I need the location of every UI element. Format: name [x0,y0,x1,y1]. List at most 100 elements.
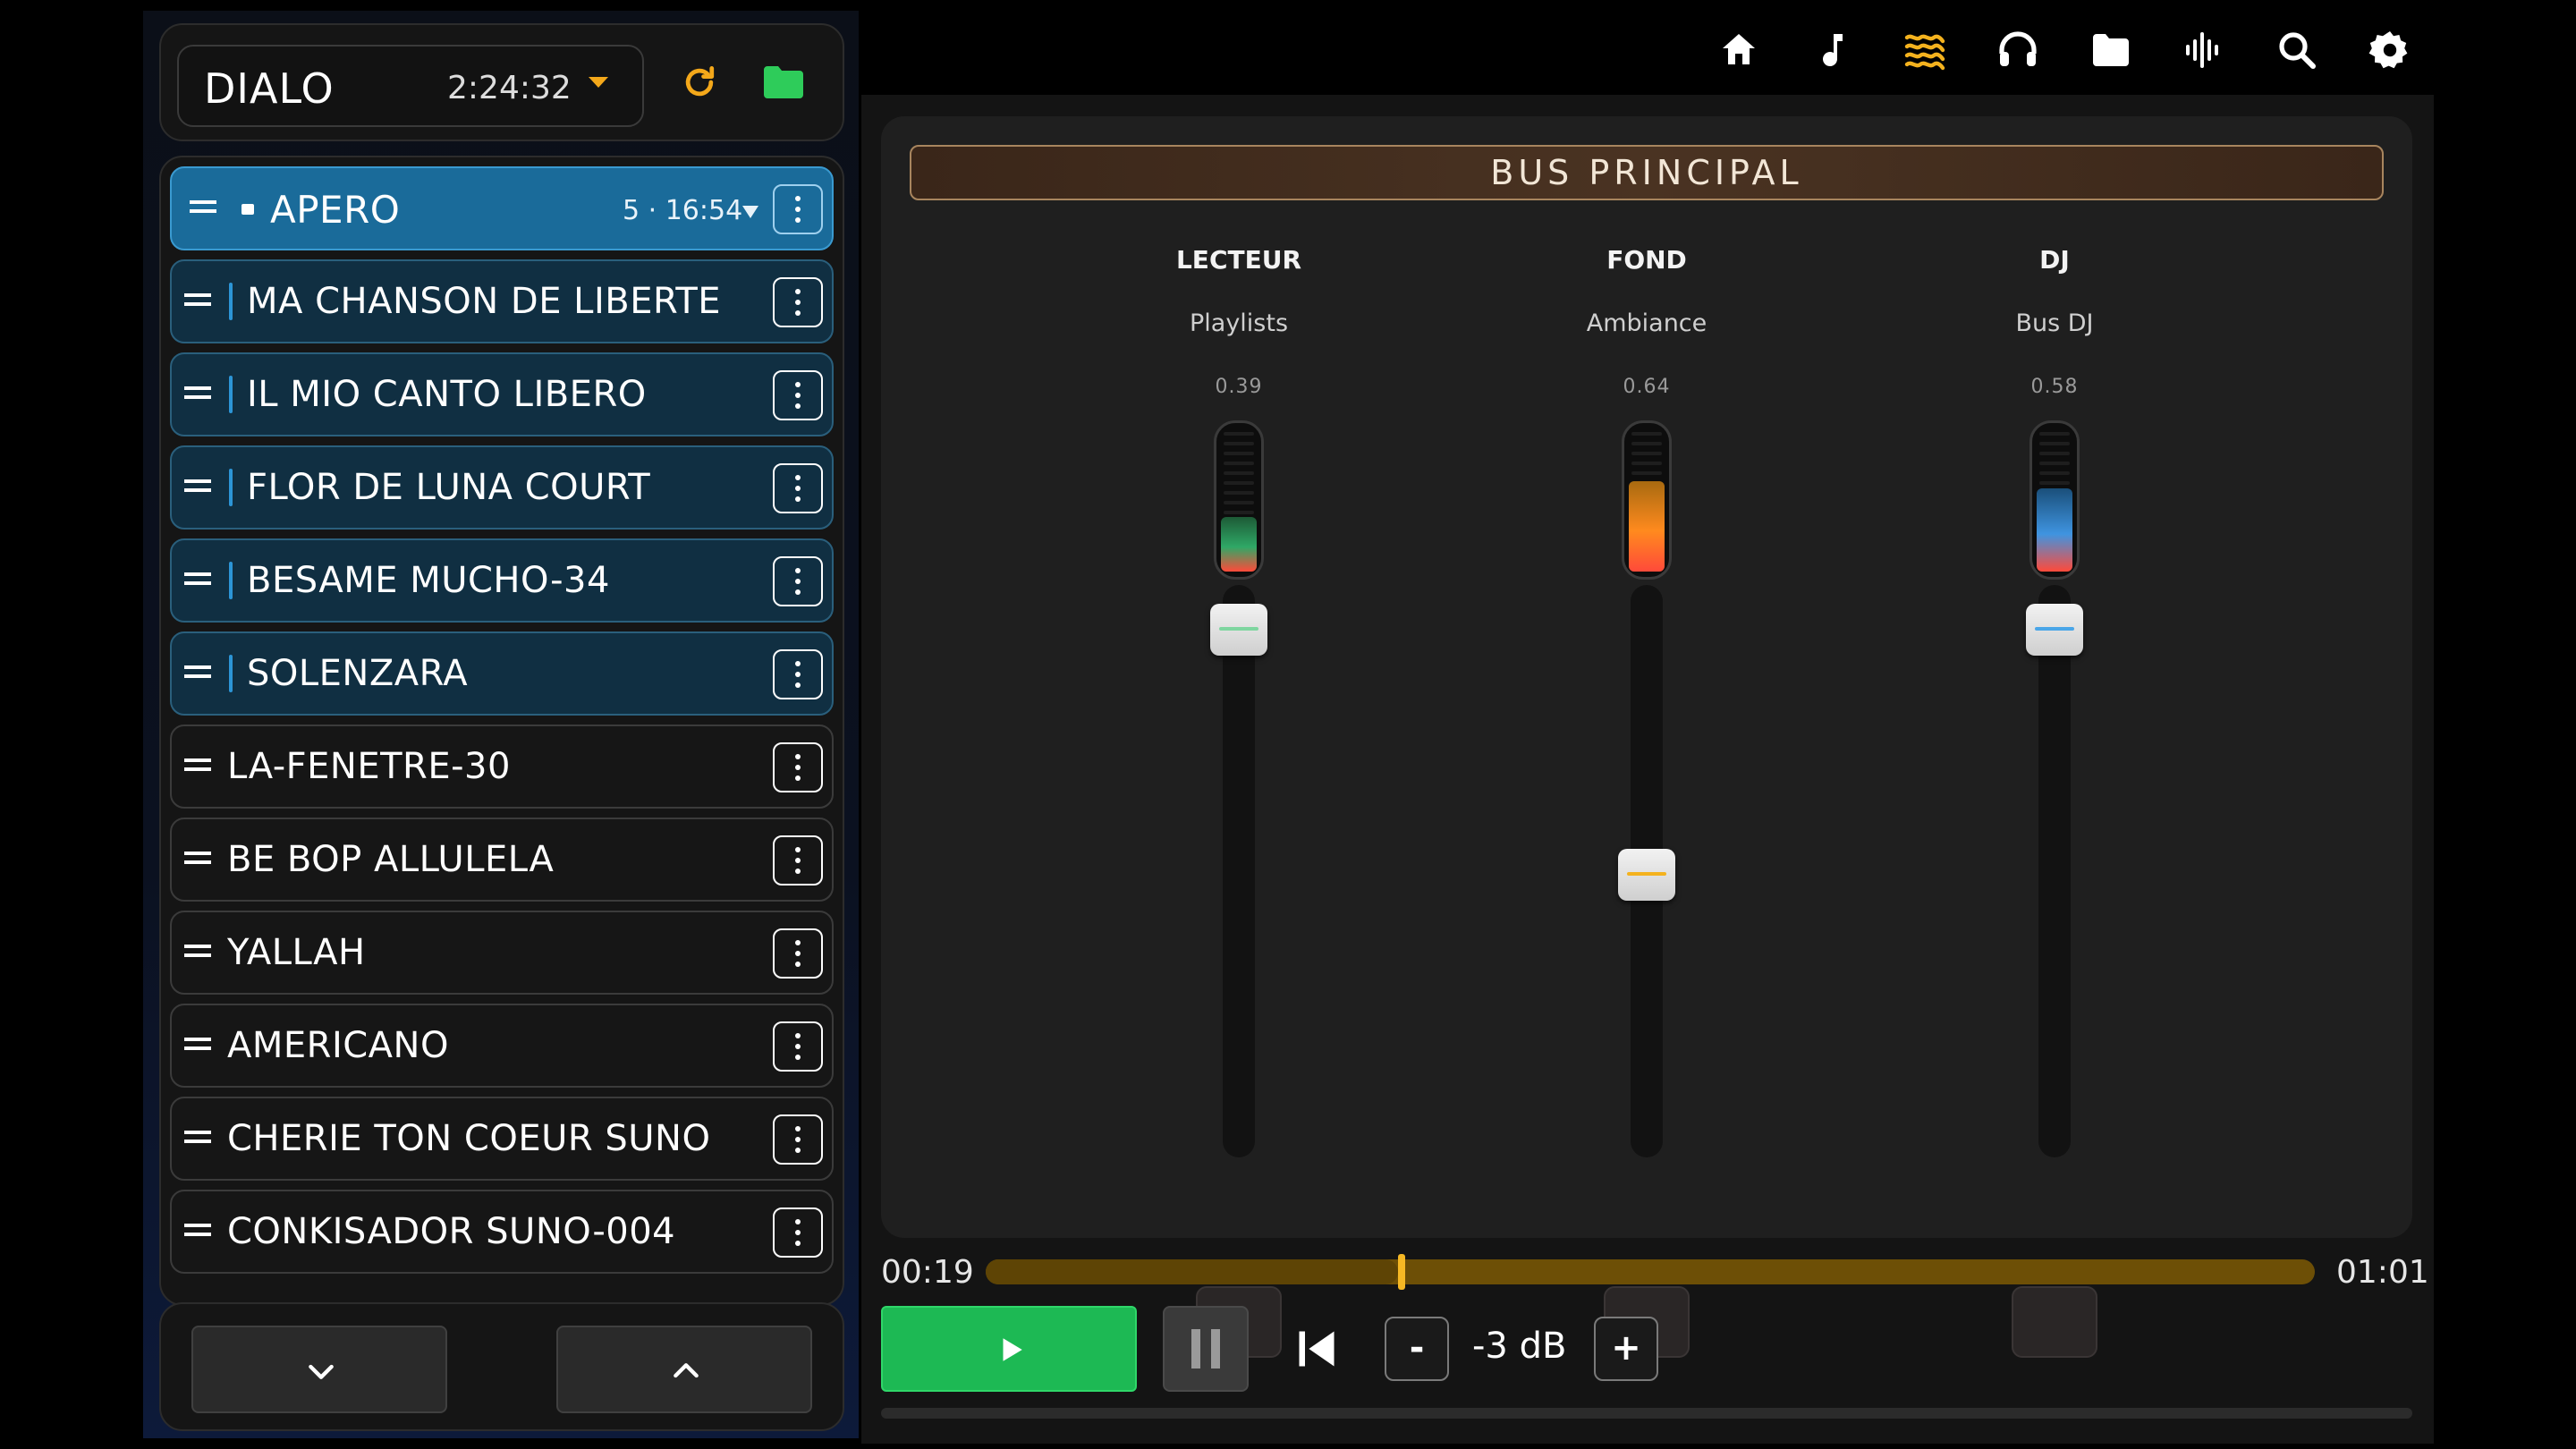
headphones-icon[interactable] [1996,29,2039,72]
track-title: IL MIO CANTO LIBERO [247,374,647,415]
play-button[interactable] [881,1306,1137,1392]
channel-subtitle: Bus DJ [2015,309,2094,337]
refresh-icon[interactable] [680,63,719,102]
gain-down-button[interactable]: - [1385,1317,1449,1381]
folder-icon[interactable] [2089,29,2132,72]
channel-name: FOND [1606,245,1687,275]
track-row[interactable]: MA CHANSON DE LIBERTE [170,259,834,343]
track-title: FLOR DE LUNA COURT [247,467,651,508]
drag-handle-icon[interactable] [184,945,211,957]
more-menu-button[interactable] [773,649,823,699]
playback-position: 00:19 [881,1254,974,1291]
drag-handle-icon[interactable] [184,572,211,585]
more-menu-button[interactable] [773,370,823,420]
group-indicator [229,562,233,599]
mixer-channel-dj: DJ Bus DJ 0.58 [1920,245,2189,1358]
track-row[interactable]: FLOR DE LUNA COURT [170,445,834,530]
fader-knob[interactable] [1210,604,1267,656]
track-title: BESAME MUCHO-34 [247,560,610,601]
playlist-panel: DIALO 2:24:32 APERO 5 · 16:54 MA CHANSON… [143,11,859,1438]
session-selector[interactable]: DIALO 2:24:32 [177,45,644,127]
fader-track[interactable] [2038,585,2071,1157]
drag-handle-icon[interactable] [184,852,211,864]
waveform-icon[interactable] [2182,29,2225,72]
bus-title: BUS PRINCIPAL [910,145,2384,200]
chevron-down-icon[interactable] [742,206,758,218]
drag-handle-icon[interactable] [184,758,211,771]
playlist-list[interactable]: APERO 5 · 16:54 MA CHANSON DE LIBERTE IL … [159,156,844,1306]
skip-previous-icon[interactable] [1293,1326,1340,1372]
channel-value: 0.39 [1215,376,1263,398]
track-row[interactable]: AMERICANO [170,1004,834,1088]
pause-icon [1191,1329,1220,1368]
session-duration: 2:24:32 [447,70,572,106]
group-indicator [229,469,233,506]
top-navigation [859,0,2576,95]
channel-foot-button[interactable] [2012,1286,2097,1358]
track-row[interactable]: BESAME MUCHO-34 [170,538,834,623]
more-menu-button[interactable] [773,928,823,979]
drag-handle-icon[interactable] [184,386,211,399]
more-menu-button[interactable] [773,835,823,886]
fader-knob[interactable] [1618,849,1675,901]
group-indicator [229,376,233,413]
more-menu-button[interactable] [773,1208,823,1258]
level-meter [1214,420,1264,580]
more-menu-button[interactable] [773,556,823,606]
progress-bar[interactable] [986,1254,2315,1290]
progress-playhead[interactable] [1398,1254,1405,1290]
gain-up-button[interactable]: + [1594,1317,1658,1381]
scroll-down-button[interactable] [191,1326,447,1413]
secondary-progress-bar [881,1408,2412,1419]
fader-track[interactable] [1223,585,1255,1157]
drag-handle-icon[interactable] [184,1038,211,1050]
pause-button[interactable] [1163,1306,1249,1392]
folder-icon [242,204,254,215]
mixer-channel-fond: FOND Ambiance 0.64 [1513,245,1781,1358]
drag-handle-icon[interactable] [184,479,211,492]
channel-value: 0.64 [1623,376,1671,398]
chevron-up-icon [674,1363,699,1378]
track-title: MA CHANSON DE LIBERTE [247,281,722,322]
drag-handle-icon[interactable] [184,293,211,306]
channel-name: LECTEUR [1175,245,1302,275]
group-row-apero[interactable]: APERO 5 · 16:54 [170,166,834,250]
more-menu-button[interactable] [773,1114,823,1165]
scroll-up-button[interactable] [556,1326,812,1413]
track-title: CHERIE TON COEUR SUNO [227,1118,711,1159]
track-row[interactable]: BE BOP ALLULELA [170,818,834,902]
channel-value: 0.58 [2030,376,2079,398]
track-duration: 01:01 [2336,1254,2429,1291]
home-icon[interactable] [1717,29,1760,72]
track-row[interactable]: YALLAH [170,911,834,995]
group-indicator [229,283,233,320]
music-note-icon[interactable] [1810,29,1853,72]
folder-icon[interactable] [762,64,805,100]
session-name: DIALO [204,64,335,113]
drag-handle-icon[interactable] [184,1224,211,1236]
track-title: BE BOP ALLULELA [227,839,555,880]
more-menu-button[interactable] [773,277,823,327]
drag-handle-icon[interactable] [190,200,216,213]
track-row[interactable]: LA-FENETRE-30 [170,724,834,809]
chevron-down-icon [589,77,608,88]
more-menu-button[interactable] [773,463,823,513]
more-menu-button[interactable] [773,742,823,792]
more-menu-button[interactable] [773,184,823,234]
mixer-panel: BUS PRINCIPAL LECTEUR Playlists 0.39 FOND Am… [881,116,2412,1358]
track-title: CONKISADOR SUNO-004 [227,1211,676,1252]
more-menu-button[interactable] [773,1021,823,1072]
track-row[interactable]: CHERIE TON COEUR SUNO [170,1097,834,1181]
fader-knob[interactable] [2026,604,2083,656]
track-row[interactable]: CONKISADOR SUNO-004 [170,1190,834,1274]
waves-icon[interactable] [1903,29,1946,72]
drag-handle-icon[interactable] [184,1131,211,1143]
channel-name: DJ [2039,245,2070,275]
level-meter [1622,420,1672,580]
track-row[interactable]: IL MIO CANTO LIBERO [170,352,834,436]
search-icon[interactable] [2275,29,2318,72]
session-header: DIALO 2:24:32 [159,23,844,141]
gear-icon[interactable] [2368,29,2411,72]
drag-handle-icon[interactable] [184,665,211,678]
track-row[interactable]: SOLENZARA [170,631,834,716]
